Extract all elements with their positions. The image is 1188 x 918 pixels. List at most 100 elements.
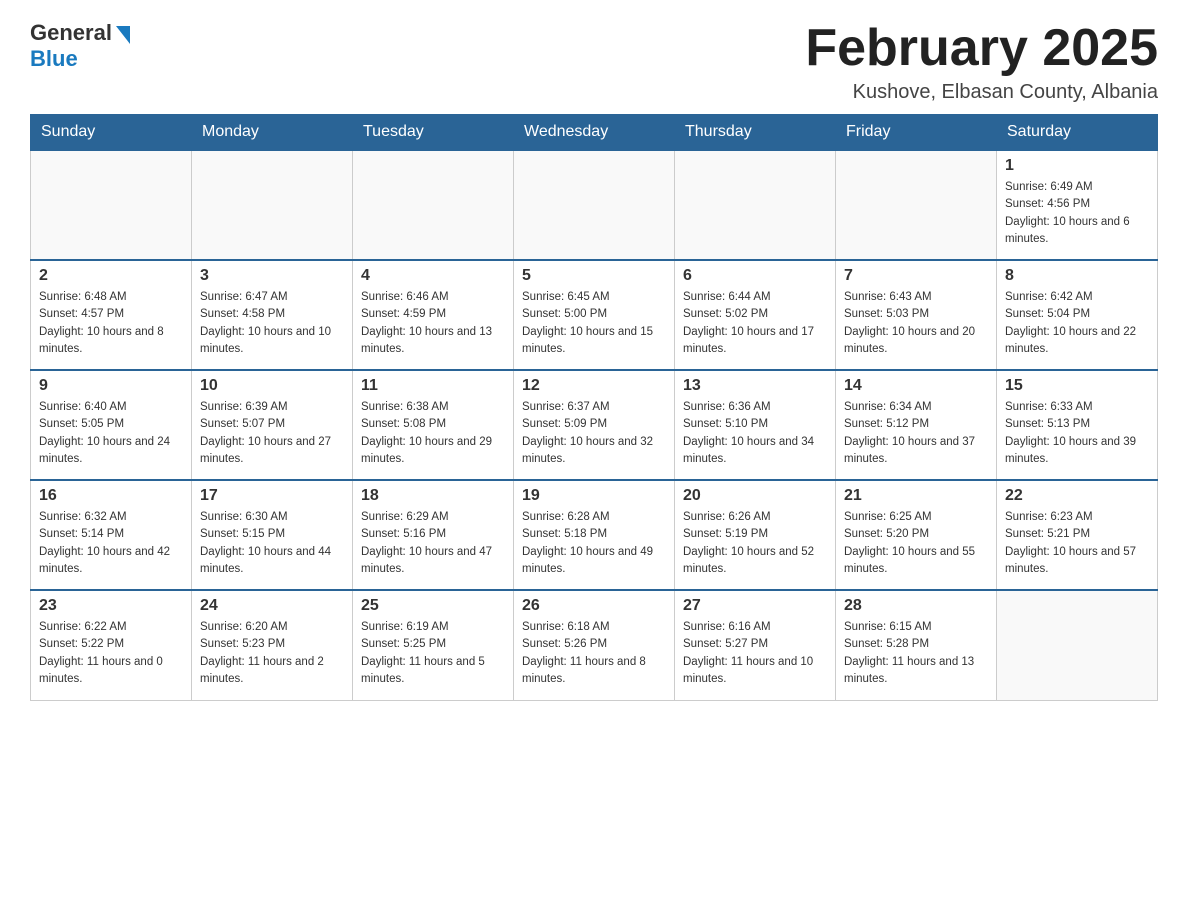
- week-row-3: 9Sunrise: 6:40 AMSunset: 5:05 PMDaylight…: [31, 370, 1158, 480]
- day-info: Sunrise: 6:30 AMSunset: 5:15 PMDaylight:…: [200, 509, 344, 578]
- calendar-cell: 4Sunrise: 6:46 AMSunset: 4:59 PMDaylight…: [353, 260, 514, 370]
- day-info: Sunrise: 6:37 AMSunset: 5:09 PMDaylight:…: [522, 399, 666, 468]
- day-info: Sunrise: 6:40 AMSunset: 5:05 PMDaylight:…: [39, 399, 183, 468]
- calendar-cell: 16 Sunrise: 6:32 AMSunset: 5:14 PMDayligh…: [31, 480, 192, 590]
- day-number: 13: [683, 377, 827, 395]
- day-header-sunday: Sunday: [31, 115, 192, 151]
- calendar-cell: 24 Sunrise: 6:20 AMSunset: 5:23 PMDayligh…: [192, 590, 353, 700]
- calendar-cell: [192, 150, 353, 260]
- calendar-table: SundayMondayTuesdayWednesdayThursdayFrid…: [30, 114, 1158, 701]
- day-info: Sunrise: 6:18 AMSunset: 5:26 PMDaylight:…: [522, 619, 666, 688]
- day-number: 24: [200, 597, 344, 615]
- week-row-4: 16 Sunrise: 6:32 AMSunset: 5:14 PMDayligh…: [31, 480, 1158, 590]
- calendar-cell: [31, 150, 192, 260]
- calendar-cell: 23 Sunrise: 6:22 AMSunset: 5:22 PMDayligh…: [31, 590, 192, 700]
- day-info: Sunrise: 6:44 AMSunset: 5:02 PMDaylight:…: [683, 289, 827, 358]
- calendar-cell: 2 Sunrise: 6:48 AMSunset: 4:57 PMDaylight…: [31, 260, 192, 370]
- calendar-subtitle: Kushove, Elbasan County, Albania: [805, 81, 1158, 104]
- calendar-cell: 19 Sunrise: 6:28 AMSunset: 5:18 PMDayligh…: [514, 480, 675, 590]
- day-info: Sunrise: 6:45 AMSunset: 5:00 PMDaylight:…: [522, 289, 666, 358]
- day-header-tuesday: Tuesday: [353, 115, 514, 151]
- calendar-cell: 5 Sunrise: 6:45 AMSunset: 5:00 PMDaylight…: [514, 260, 675, 370]
- day-info: Sunrise: 6:36 AMSunset: 5:10 PMDaylight:…: [683, 399, 827, 468]
- calendar-cell: [675, 150, 836, 260]
- day-info: Sunrise: 6:32 AMSunset: 5:14 PMDaylight:…: [39, 509, 183, 578]
- week-row-1: 1 Sunrise: 6:49 AMSunset: 4:56 PMDaylight…: [31, 150, 1158, 260]
- day-info: Sunrise: 6:25 AMSunset: 5:20 PMDaylight:…: [844, 509, 988, 578]
- day-number: 2: [39, 267, 183, 285]
- day-info: Sunrise: 6:20 AMSunset: 5:23 PMDaylight:…: [200, 619, 344, 688]
- calendar-cell: 7Sunrise: 6:43 AMSunset: 5:03 PMDaylight…: [836, 260, 997, 370]
- day-info: Sunrise: 6:22 AMSunset: 5:22 PMDaylight:…: [39, 619, 183, 688]
- day-number: 4: [361, 267, 505, 285]
- day-info: Sunrise: 6:48 AMSunset: 4:57 PMDaylight:…: [39, 289, 183, 358]
- day-header-thursday: Thursday: [675, 115, 836, 151]
- calendar-cell: [514, 150, 675, 260]
- day-number: 16: [39, 487, 183, 505]
- day-header-friday: Friday: [836, 115, 997, 151]
- logo-arrow-icon: [116, 26, 130, 44]
- day-number: 15: [1005, 377, 1149, 395]
- day-number: 23: [39, 597, 183, 615]
- day-number: 21: [844, 487, 988, 505]
- day-number: 12: [522, 377, 666, 395]
- day-number: 26: [522, 597, 666, 615]
- calendar-cell: 10Sunrise: 6:39 AMSunset: 5:07 PMDayligh…: [192, 370, 353, 480]
- day-number: 27: [683, 597, 827, 615]
- day-number: 17: [200, 487, 344, 505]
- day-number: 18: [361, 487, 505, 505]
- day-info: Sunrise: 6:26 AMSunset: 5:19 PMDaylight:…: [683, 509, 827, 578]
- day-number: 19: [522, 487, 666, 505]
- day-info: Sunrise: 6:16 AMSunset: 5:27 PMDaylight:…: [683, 619, 827, 688]
- day-info: Sunrise: 6:38 AMSunset: 5:08 PMDaylight:…: [361, 399, 505, 468]
- day-number: 1: [1005, 157, 1149, 175]
- day-number: 3: [200, 267, 344, 285]
- week-row-5: 23 Sunrise: 6:22 AMSunset: 5:22 PMDayligh…: [31, 590, 1158, 700]
- calendar-cell: [997, 590, 1158, 700]
- day-header-wednesday: Wednesday: [514, 115, 675, 151]
- calendar-cell: [836, 150, 997, 260]
- day-info: Sunrise: 6:29 AMSunset: 5:16 PMDaylight:…: [361, 509, 505, 578]
- title-area: February 2025 Kushove, Elbasan County, A…: [805, 20, 1158, 104]
- day-number: 20: [683, 487, 827, 505]
- day-number: 28: [844, 597, 988, 615]
- week-row-2: 2 Sunrise: 6:48 AMSunset: 4:57 PMDaylight…: [31, 260, 1158, 370]
- day-info: Sunrise: 6:33 AMSunset: 5:13 PMDaylight:…: [1005, 399, 1149, 468]
- day-info: Sunrise: 6:49 AMSunset: 4:56 PMDaylight:…: [1005, 179, 1149, 248]
- day-info: Sunrise: 6:47 AMSunset: 4:58 PMDaylight:…: [200, 289, 344, 358]
- calendar-cell: 13 Sunrise: 6:36 AMSunset: 5:10 PMDayligh…: [675, 370, 836, 480]
- day-info: Sunrise: 6:23 AMSunset: 5:21 PMDaylight:…: [1005, 509, 1149, 578]
- day-info: Sunrise: 6:15 AMSunset: 5:28 PMDaylight:…: [844, 619, 988, 688]
- calendar-cell: [353, 150, 514, 260]
- day-number: 8: [1005, 267, 1149, 285]
- logo: General Blue: [30, 20, 130, 72]
- logo-text: General: [30, 20, 112, 46]
- calendar-cell: 15 Sunrise: 6:33 AMSunset: 5:13 PMDayligh…: [997, 370, 1158, 480]
- day-info: Sunrise: 6:28 AMSunset: 5:18 PMDaylight:…: [522, 509, 666, 578]
- calendar-cell: 25 Sunrise: 6:19 AMSunset: 5:25 PMDayligh…: [353, 590, 514, 700]
- calendar-cell: 17 Sunrise: 6:30 AMSunset: 5:15 PMDayligh…: [192, 480, 353, 590]
- calendar-cell: 9Sunrise: 6:40 AMSunset: 5:05 PMDaylight…: [31, 370, 192, 480]
- day-info: Sunrise: 6:39 AMSunset: 5:07 PMDaylight:…: [200, 399, 344, 468]
- day-number: 25: [361, 597, 505, 615]
- logo-blue-text: Blue: [30, 46, 78, 72]
- calendar-cell: 6 Sunrise: 6:44 AMSunset: 5:02 PMDaylight…: [675, 260, 836, 370]
- calendar-cell: 18 Sunrise: 6:29 AMSunset: 5:16 PMDayligh…: [353, 480, 514, 590]
- calendar-cell: 22Sunrise: 6:23 AMSunset: 5:21 PMDayligh…: [997, 480, 1158, 590]
- calendar-title: February 2025: [805, 20, 1158, 77]
- calendar-cell: 8Sunrise: 6:42 AMSunset: 5:04 PMDaylight…: [997, 260, 1158, 370]
- calendar-header-row: SundayMondayTuesdayWednesdayThursdayFrid…: [31, 115, 1158, 151]
- calendar-cell: 14 Sunrise: 6:34 AMSunset: 5:12 PMDayligh…: [836, 370, 997, 480]
- day-number: 6: [683, 267, 827, 285]
- calendar-cell: 28 Sunrise: 6:15 AMSunset: 5:28 PMDayligh…: [836, 590, 997, 700]
- page-header: General Blue February 2025 Kushove, Elba…: [30, 20, 1158, 104]
- day-number: 14: [844, 377, 988, 395]
- calendar-cell: 12 Sunrise: 6:37 AMSunset: 5:09 PMDayligh…: [514, 370, 675, 480]
- day-info: Sunrise: 6:19 AMSunset: 5:25 PMDaylight:…: [361, 619, 505, 688]
- day-number: 11: [361, 377, 505, 395]
- day-info: Sunrise: 6:34 AMSunset: 5:12 PMDaylight:…: [844, 399, 988, 468]
- calendar-cell: 26 Sunrise: 6:18 AMSunset: 5:26 PMDayligh…: [514, 590, 675, 700]
- calendar-cell: 27 Sunrise: 6:16 AMSunset: 5:27 PMDayligh…: [675, 590, 836, 700]
- day-number: 5: [522, 267, 666, 285]
- day-number: 7: [844, 267, 988, 285]
